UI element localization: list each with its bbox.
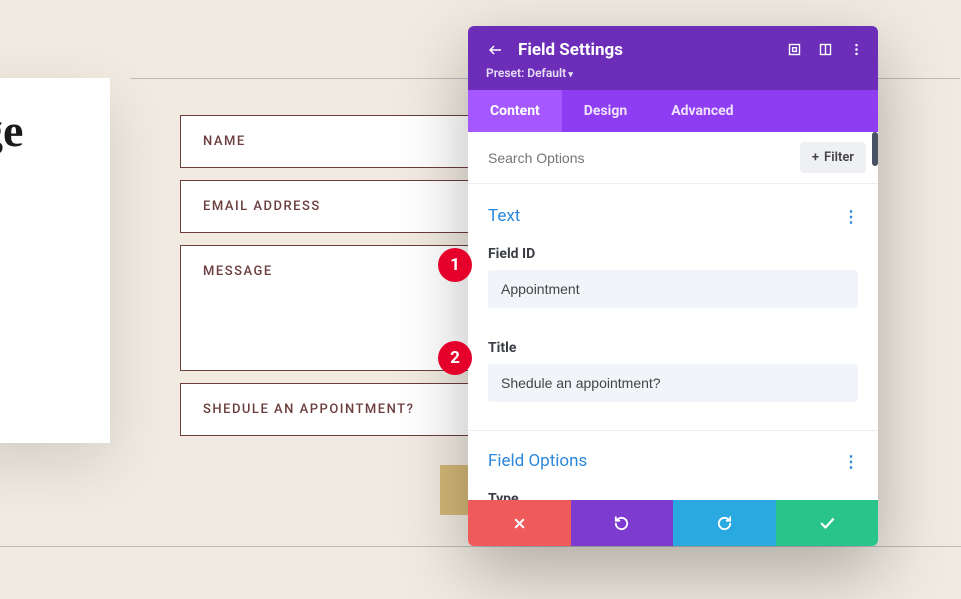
check-icon xyxy=(818,514,836,532)
search-row: + Filter xyxy=(468,132,878,184)
section-options-title[interactable]: Field Options xyxy=(488,451,587,471)
field-id-label: Field ID xyxy=(488,246,858,262)
page-title-fragment: ge xyxy=(0,108,90,154)
panel-title: Field Settings xyxy=(518,40,623,60)
undo-button[interactable] xyxy=(571,500,674,546)
expand-icon[interactable] xyxy=(787,42,802,57)
panel-tabs: Content Design Advanced xyxy=(468,90,878,132)
title-label: Title xyxy=(488,340,858,356)
panel-header: Field Settings Preset: Default xyxy=(468,26,878,90)
section-divider xyxy=(468,430,878,431)
left-card: ge asse nec. leo. xyxy=(0,78,110,443)
scrollbar[interactable] xyxy=(872,132,878,166)
undo-icon xyxy=(613,515,630,532)
redo-icon xyxy=(716,515,733,532)
tab-content[interactable]: Content xyxy=(468,90,562,132)
field-settings-panel: Field Settings Preset: Default Content D… xyxy=(468,26,878,546)
field-id-input[interactable] xyxy=(488,270,858,308)
callout-1: 1 xyxy=(438,248,472,282)
cancel-button[interactable] xyxy=(468,500,571,546)
back-arrow-icon[interactable] xyxy=(486,41,504,59)
search-input[interactable] xyxy=(488,150,800,166)
section-options-head: Field Options ⋮ xyxy=(488,437,858,485)
filter-button[interactable]: + Filter xyxy=(800,142,866,173)
section-text-menu-icon[interactable]: ⋮ xyxy=(843,207,858,226)
plus-icon: + xyxy=(812,150,819,165)
tab-design[interactable]: Design xyxy=(562,90,649,132)
action-bar xyxy=(468,500,878,546)
close-icon xyxy=(512,516,527,531)
divider-bottom xyxy=(0,546,961,547)
callout-2: 2 xyxy=(438,341,472,375)
preset-dropdown[interactable]: Preset: Default xyxy=(486,66,860,80)
filter-label: Filter xyxy=(824,150,854,165)
panel-body: Text ⋮ Field ID Title Field Options ⋮ Ty… xyxy=(468,184,878,500)
save-button[interactable] xyxy=(776,500,879,546)
title-input[interactable] xyxy=(488,364,858,402)
tab-advanced[interactable]: Advanced xyxy=(649,90,755,132)
section-text-title[interactable]: Text xyxy=(488,206,520,226)
redo-button[interactable] xyxy=(673,500,776,546)
type-label: Type xyxy=(488,491,858,500)
layout-icon[interactable] xyxy=(818,42,833,57)
section-options-menu-icon[interactable]: ⋮ xyxy=(843,452,858,471)
section-text-head: Text ⋮ xyxy=(488,192,858,240)
more-icon[interactable] xyxy=(849,42,864,57)
